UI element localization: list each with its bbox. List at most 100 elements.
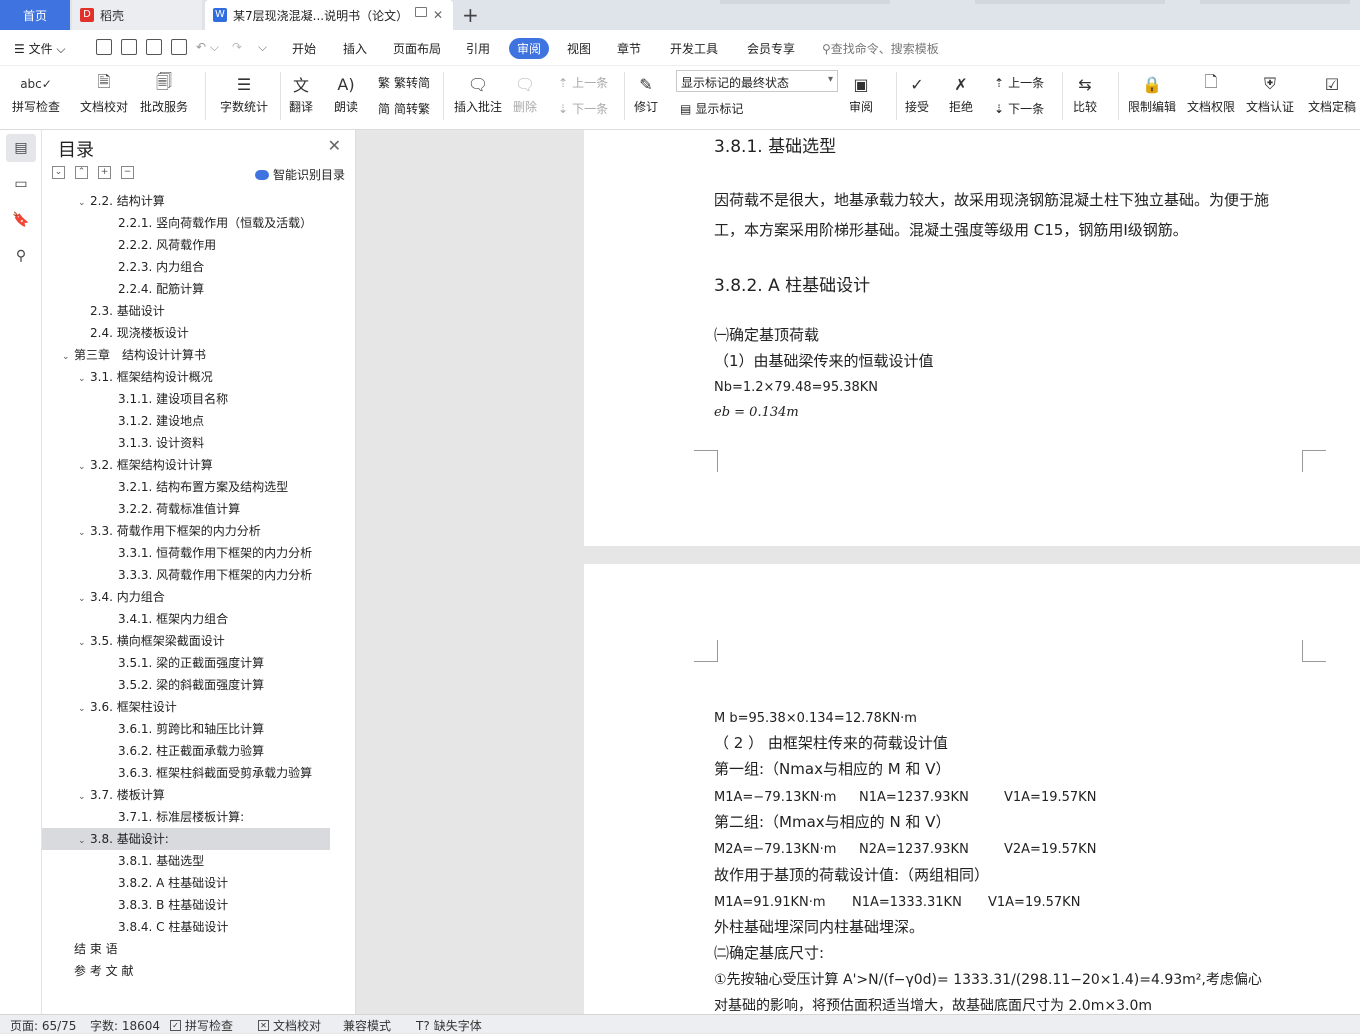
toc-item[interactable]: ⌄ 3.1. 框架结构设计概况 xyxy=(42,366,330,388)
markup-state-select[interactable]: 显示标记的最终状态 xyxy=(676,70,838,92)
menu-insert[interactable]: 插入 xyxy=(343,40,367,57)
expand-chevron-icon[interactable]: ⌄ xyxy=(78,830,90,852)
next-change-button[interactable]: ⇣ 下一条 xyxy=(994,100,1044,117)
doc-permission-button[interactable]: 🗋 文档权限 xyxy=(1187,70,1235,115)
toc-panel-icon[interactable]: ▤ xyxy=(6,134,36,162)
file-menu[interactable]: ☰ 文件 ⌵ xyxy=(14,40,66,57)
reject-button[interactable]: ✗ 拒绝 xyxy=(948,70,974,115)
print-icon[interactable] xyxy=(146,39,162,55)
status-doc-proof[interactable]: ✕ 文档校对 xyxy=(258,1017,321,1034)
expand-up-icon[interactable]: ⌃ xyxy=(75,166,88,179)
monitor-icon[interactable] xyxy=(415,7,427,17)
undo-icon[interactable]: ↶ ⌵ xyxy=(196,40,219,55)
expand-chevron-icon[interactable]: ⌄ xyxy=(78,698,90,720)
batch-service-button[interactable]: 🗐 批改服务 xyxy=(140,70,188,115)
toc-item[interactable]: ⌄ 第三章 结构设计计算书 xyxy=(42,344,330,366)
doc-final-button[interactable]: ☑ 文档定稿 xyxy=(1308,70,1356,115)
more-chevron-icon[interactable]: ⌵ xyxy=(258,40,267,55)
toc-item[interactable]: ⌄ 2.2. 结构计算 xyxy=(42,190,330,212)
page-count[interactable]: 页面: 65/75 xyxy=(10,1017,76,1034)
expand-chevron-icon[interactable]: ⌄ xyxy=(78,588,90,610)
show-markup-button[interactable]: ▤ 显示标记 xyxy=(680,100,743,117)
compare-button[interactable]: ⇆ 比较 xyxy=(1072,70,1098,115)
missing-font[interactable]: T? 缺失字体 xyxy=(416,1017,482,1034)
smart-toc-button[interactable]: 智能识别目录 xyxy=(254,166,345,183)
minus-icon[interactable]: − xyxy=(121,166,134,179)
toc-item[interactable]: 2.2.1. 竖向荷载作用（恒载及活载） xyxy=(42,212,330,234)
review-pane-button[interactable]: ▣ 审阅 xyxy=(848,70,874,115)
close-icon[interactable]: ✕ xyxy=(433,8,443,22)
add-icon[interactable]: + xyxy=(98,166,111,179)
toc-item[interactable]: 参 考 文 献 xyxy=(42,960,330,982)
menu-view[interactable]: 视图 xyxy=(567,40,591,57)
toc-item[interactable]: ⌄ 3.8. 基础设计: xyxy=(42,828,330,850)
word-count[interactable]: 字数: 18604 xyxy=(90,1017,160,1034)
chapter-nav-icon[interactable]: ▭ xyxy=(11,174,31,194)
read-aloud-button[interactable]: A) 朗读 xyxy=(333,70,359,115)
redo-icon[interactable]: ↷ xyxy=(232,40,242,54)
word-count-button[interactable]: ☰ 字数统计 xyxy=(220,70,268,115)
menu-chapter[interactable]: 章节 xyxy=(617,40,641,57)
menu-member[interactable]: 会员专享 xyxy=(747,40,795,57)
insert-comment-button[interactable]: 🗨 插入批注 xyxy=(454,70,502,115)
toc-item[interactable]: 2.2.2. 风荷载作用 xyxy=(42,234,330,256)
toc-item[interactable]: 3.5.1. 梁的正截面强度计算 xyxy=(42,652,330,674)
menu-layout[interactable]: 页面布局 xyxy=(393,40,441,57)
tab-document[interactable]: W 某7层现浇混凝...说明书（论文） ✕ xyxy=(205,0,453,30)
toc-item[interactable]: ⌄ 3.3. 荷载作用下框架的内力分析 xyxy=(42,520,330,542)
save-icon[interactable] xyxy=(96,39,112,55)
menu-devtools[interactable]: 开发工具 xyxy=(670,40,718,57)
expand-chevron-icon[interactable]: ⌄ xyxy=(78,456,90,478)
toc-item[interactable]: 3.8.3. B 柱基础设计 xyxy=(42,894,330,916)
menu-reference[interactable]: 引用 xyxy=(466,40,490,57)
tab-daoke[interactable]: D 稻壳 xyxy=(72,0,202,30)
doc-cert-button[interactable]: ⛨ 文档认证 xyxy=(1246,70,1294,115)
prev-change-button[interactable]: ⇡ 上一条 xyxy=(994,74,1044,91)
status-spell-check[interactable]: ✓ 拼写检查 xyxy=(170,1017,233,1034)
toc-item[interactable]: 2.2.3. 内力组合 xyxy=(42,256,330,278)
doc-proof-button[interactable]: 🗎 文档校对 xyxy=(80,70,128,115)
export-icon[interactable] xyxy=(121,39,137,55)
toc-item[interactable]: 3.5.2. 梁的斜截面强度计算 xyxy=(42,674,330,696)
menu-start[interactable]: 开始 xyxy=(292,40,316,57)
next-comment-button[interactable]: ⇣ 下一条 xyxy=(558,100,608,117)
toc-item[interactable]: 2.3. 基础设计 xyxy=(42,300,330,322)
toc-item[interactable]: 3.2.1. 结构布置方案及结构选型 xyxy=(42,476,330,498)
simp-to-trad-button[interactable]: 简简转繁 xyxy=(378,100,430,117)
new-tab-plus-icon[interactable]: + xyxy=(462,3,479,27)
toc-item[interactable]: 3.8.1. 基础选型 xyxy=(42,850,330,872)
trad-to-simp-button[interactable]: 繁繁转简 xyxy=(378,74,430,91)
revise-button[interactable]: ✎ 修订 xyxy=(633,70,659,115)
toc-item[interactable]: 2.2.4. 配筋计算 xyxy=(42,278,330,300)
toc-item[interactable]: ⌄ 3.6. 框架柱设计 xyxy=(42,696,330,718)
collapse-all-icon[interactable]: ⌄ xyxy=(52,166,65,179)
search-icon[interactable]: ⚲ xyxy=(11,246,31,266)
toc-item[interactable]: 3.1.1. 建设项目名称 xyxy=(42,388,330,410)
restrict-edit-button[interactable]: 🔒 限制编辑 xyxy=(1128,70,1176,115)
toc-item[interactable]: 3.2.2. 荷载标准值计算 xyxy=(42,498,330,520)
accept-button[interactable]: ✓ 接受 xyxy=(904,70,930,115)
compat-mode[interactable]: 兼容模式 xyxy=(343,1017,391,1034)
toc-item[interactable]: 3.1.3. 设计资料 xyxy=(42,432,330,454)
toc-item[interactable]: ⌄ 3.2. 框架结构设计计算 xyxy=(42,454,330,476)
expand-chevron-icon[interactable]: ⌄ xyxy=(78,632,90,654)
tab-home[interactable]: 首页 xyxy=(0,0,70,30)
toc-item[interactable]: 3.3.3. 风荷载作用下框架的内力分析 xyxy=(42,564,330,586)
toc-item[interactable]: 3.8.4. C 柱基础设计 xyxy=(42,916,330,938)
toc-item[interactable]: ⌄ 3.7. 楼板计算 xyxy=(42,784,330,806)
toc-item[interactable]: 2.4. 现浇楼板设计 xyxy=(42,322,330,344)
menu-review[interactable]: 审阅 xyxy=(509,38,550,59)
toc-item[interactable]: 3.6.1. 剪跨比和轴压比计算 xyxy=(42,718,330,740)
toc-item[interactable]: 3.1.2. 建设地点 xyxy=(42,410,330,432)
expand-chevron-icon[interactable]: ⌄ xyxy=(62,346,74,368)
command-search[interactable]: ⚲查找命令、搜索模板 xyxy=(822,40,939,57)
toc-item[interactable]: 3.7.1. 标准层楼板计算: xyxy=(42,806,330,828)
expand-chevron-icon[interactable]: ⌄ xyxy=(78,192,90,214)
toc-item[interactable]: 3.4.1. 框架内力组合 xyxy=(42,608,330,630)
toc-item[interactable]: 3.6.2. 柱正截面承载力验算 xyxy=(42,740,330,762)
close-icon[interactable]: ✕ xyxy=(328,136,341,155)
toc-item[interactable]: 结 束 语 xyxy=(42,938,330,960)
delete-comment-button[interactable]: 🗨 删除 xyxy=(512,70,538,115)
translate-button[interactable]: 文翻译 xyxy=(288,70,314,115)
expand-chevron-icon[interactable]: ⌄ xyxy=(78,522,90,544)
